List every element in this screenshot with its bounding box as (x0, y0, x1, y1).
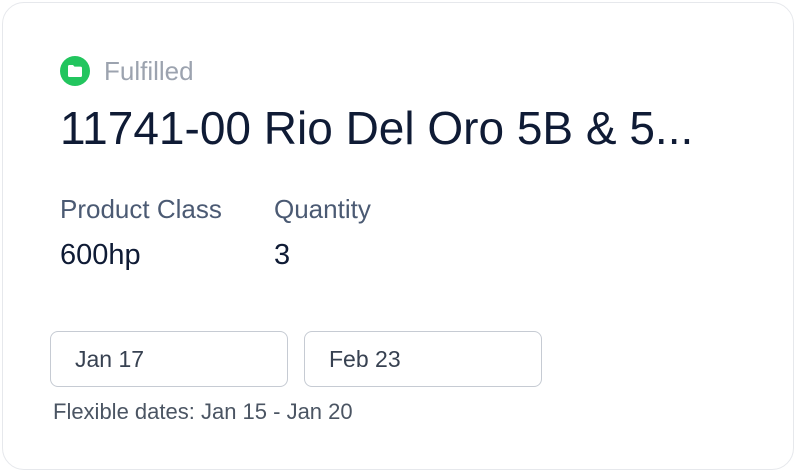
product-class-label: Product Class (60, 194, 222, 224)
end-date-field[interactable]: Feb 23 (304, 331, 542, 387)
flexible-dates-note: Flexible dates: Jan 15 - Jan 20 (53, 399, 353, 424)
product-class-field: Product Class 600hp (60, 191, 222, 273)
product-class-value: 600hp (60, 239, 141, 271)
order-title: 11741-00 Rio Del Oro 5B & 5... (60, 102, 694, 154)
quantity-value: 3 (274, 239, 291, 271)
order-card[interactable]: Fulfilled 11741-00 Rio Del Oro 5B & 5...… (2, 2, 794, 470)
folder-icon (60, 56, 90, 86)
status-label: Fulfilled (104, 55, 194, 86)
quantity-label: Quantity (274, 194, 371, 224)
status-badge: Fulfilled (60, 56, 194, 86)
start-date-field[interactable]: Jan 17 (50, 331, 288, 387)
quantity-field: Quantity 3 (274, 191, 371, 273)
